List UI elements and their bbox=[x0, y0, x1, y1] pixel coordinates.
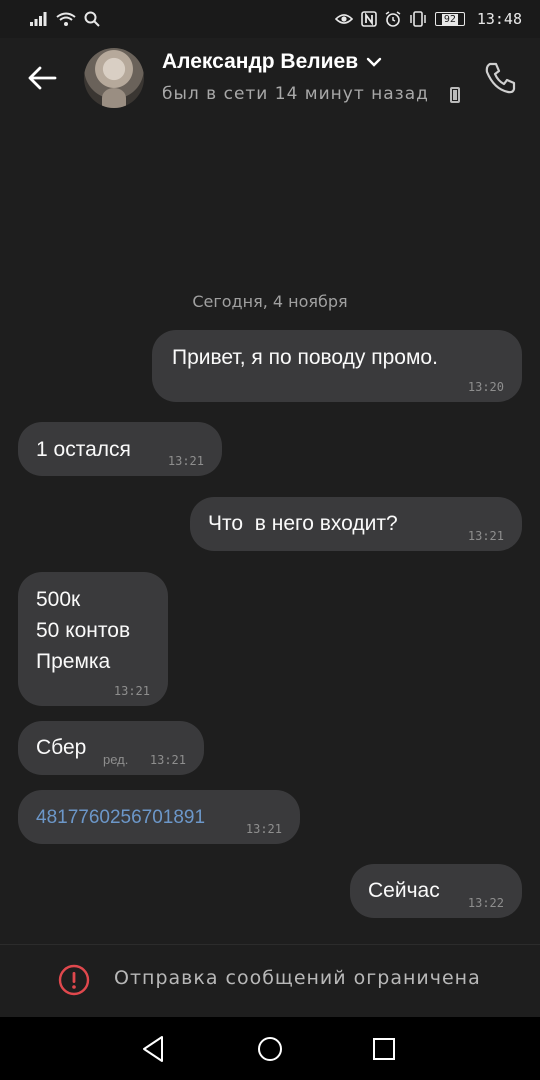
eye-icon bbox=[334, 14, 353, 24]
contact-status: был в сети 14 минут назад bbox=[162, 84, 429, 104]
avatar[interactable] bbox=[84, 48, 144, 108]
nav-home-icon[interactable] bbox=[254, 1033, 286, 1065]
call-button[interactable] bbox=[482, 60, 518, 96]
message-edited-label: ред. bbox=[103, 752, 129, 767]
status-left-icons bbox=[30, 11, 100, 27]
message-text: Привет, я по поводу промо. bbox=[172, 346, 438, 369]
nav-recents-icon[interactable] bbox=[368, 1033, 400, 1065]
message-incoming[interactable]: Сбер ред. 13:21 bbox=[18, 721, 204, 775]
message-text: Что в него входит? bbox=[208, 512, 398, 535]
mobile-device-icon bbox=[450, 87, 460, 103]
message-time: 13:22 bbox=[467, 896, 504, 910]
message-text: Сбер bbox=[36, 736, 87, 759]
message-incoming[interactable]: 4817760256701891 13:21 bbox=[18, 790, 300, 844]
message-link[interactable]: 4817760256701891 bbox=[36, 802, 205, 833]
message-time: 13:20 bbox=[467, 380, 504, 394]
message-text: 500к 50 контов Премка bbox=[36, 588, 131, 673]
message-time: 13:21 bbox=[167, 454, 204, 468]
alarm-icon bbox=[385, 11, 401, 27]
message-outgoing[interactable]: Сейчас 13:22 bbox=[350, 864, 522, 918]
warning-icon bbox=[58, 964, 90, 996]
message-time: 13:21 bbox=[467, 529, 504, 543]
message-incoming[interactable]: 1 остался 13:21 bbox=[18, 422, 222, 476]
message-time: 13:21 bbox=[245, 822, 282, 836]
status-right-icons: 92 13:48 bbox=[334, 10, 522, 28]
system-navigation-bar bbox=[0, 1017, 540, 1080]
message-incoming[interactable]: 500к 50 контов Премка 13:21 bbox=[18, 572, 168, 706]
back-button[interactable] bbox=[24, 60, 60, 96]
message-outgoing[interactable]: Привет, я по поводу промо. 13:20 bbox=[152, 330, 522, 402]
status-time: 13:48 bbox=[476, 10, 522, 28]
message-time: 13:21 bbox=[149, 753, 186, 767]
message-list[interactable]: Сегодня, 4 ноября Привет, я по поводу пр… bbox=[0, 120, 540, 944]
battery-level: 92 bbox=[441, 13, 458, 25]
message-time: 13:21 bbox=[113, 684, 150, 698]
message-text: 1 остался bbox=[36, 438, 131, 461]
chat-header: Александр Велиев был в сети 14 минут наз… bbox=[0, 38, 540, 120]
status-bar: 92 13:48 bbox=[0, 0, 540, 38]
nav-back-icon[interactable] bbox=[138, 1033, 170, 1065]
battery-icon: 92 bbox=[434, 12, 465, 26]
chevron-down-icon bbox=[366, 57, 382, 67]
message-text: Сейчас bbox=[368, 879, 440, 902]
phone-icon bbox=[485, 62, 516, 94]
contact-name-button[interactable]: Александр Велиев bbox=[162, 50, 382, 74]
vibrate-icon bbox=[410, 11, 426, 27]
search-icon bbox=[84, 11, 100, 27]
arrow-left-icon bbox=[28, 66, 57, 90]
signal-icon bbox=[30, 12, 47, 26]
nfc-icon bbox=[361, 11, 377, 27]
restriction-text: Отправка сообщений ограничена bbox=[114, 967, 481, 989]
contact-name: Александр Велиев bbox=[162, 50, 359, 73]
messaging-restricted-bar: Отправка сообщений ограничена bbox=[0, 945, 540, 1017]
wifi-icon bbox=[56, 12, 76, 26]
message-outgoing[interactable]: Что в него входит? 13:21 bbox=[190, 497, 522, 551]
date-separator: Сегодня, 4 ноября bbox=[192, 292, 348, 311]
